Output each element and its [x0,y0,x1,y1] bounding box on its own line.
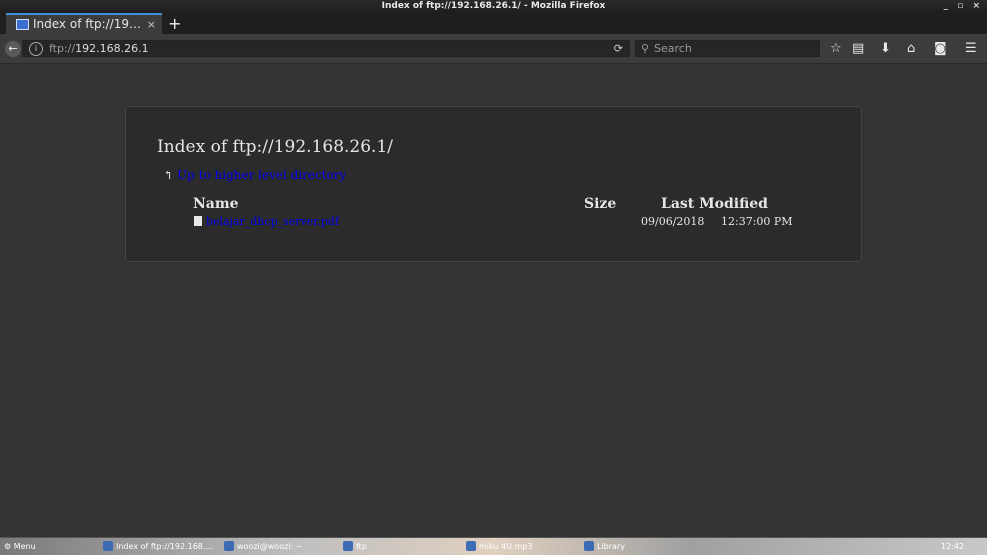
reload-icon[interactable]: ⟳ [614,41,623,56]
taskbar-item-label: woozi@woozi: ~ [237,542,303,551]
file-time: 12:37:00 PM [721,215,793,228]
file-link[interactable]: belajar_dhcp_server.pdf [194,215,339,228]
download-icon[interactable]: ⬇ [880,41,891,57]
tab-label: Index of ftp://19… [33,17,141,31]
start-menu-label: Menu [13,542,36,551]
terminal-icon [224,541,234,551]
taskbar-item[interactable]: Library [584,540,625,553]
taskbar-item-label: Library [597,542,625,551]
new-tab-button[interactable]: + [168,13,181,34]
taskbar-item-label: ftp [356,542,367,551]
firefox-icon [103,541,113,551]
music-icon [466,541,476,551]
firefox-icon [584,541,594,551]
taskbar-item-label: miku 4U.mp3 [479,542,533,551]
column-header-modified: Last Modified [661,196,768,212]
home-icon[interactable]: ⌂ [907,41,915,57]
window-title: Index of ftp://192.168.26.1/ - Mozilla F… [381,1,606,11]
up-directory-link[interactable]: ↰ Up to higher level directory [163,168,346,182]
bookmark-star-icon[interactable]: ☆ [830,41,842,57]
close-icon[interactable]: × [147,15,156,34]
file-date: 09/06/2018 [641,215,705,228]
search-input[interactable]: ⚲ Search [635,40,820,57]
taskbar-item[interactable]: ftp [343,540,367,553]
reader-icon[interactable]: ▤ [852,41,864,57]
file-icon [194,216,202,226]
url-text[interactable]: ftp://192.168.26.1 [49,41,149,56]
window-controls[interactable]: _ ▫ × [944,0,983,13]
tab-index[interactable]: Index of ftp://19… × [6,13,162,34]
url-bar[interactable]: i ftp://192.168.26.1 ⟳ [22,40,630,57]
window-titlebar: Index of ftp://192.168.26.1/ - Mozilla F… [0,0,987,13]
taskbar-item[interactable]: woozi@woozi: ~ [224,540,302,553]
search-placeholder: Search [654,42,692,55]
file-name[interactable]: belajar_dhcp_server.pdf [206,215,339,228]
taskbar-item[interactable]: miku 4U.mp3 [466,540,532,553]
page-title: Index of ftp://192.168.26.1/ [157,137,393,157]
column-header-name: Name [193,196,239,212]
info-icon[interactable]: i [29,42,43,56]
back-button[interactable]: ← [5,41,21,57]
start-menu-button[interactable]: ⚙ Menu [4,540,36,553]
page-icon [16,19,29,30]
url-scheme: ftp:// [49,42,76,55]
url-host: 192.168.26.1 [75,42,149,55]
folder-icon [343,541,353,551]
taskbar-item-label: Index of ftp://192.168.... [116,542,214,551]
pocket-icon[interactable]: ◙ [934,41,947,57]
taskbar: ⚙ Menu Index of ftp://192.168.... woozi@… [0,537,987,555]
up-arrow-icon: ↰ [163,168,174,182]
directory-listing: Index of ftp://192.168.26.1/ ↰ Up to high… [125,106,862,262]
column-header-size: Size [584,196,617,212]
clock: 12:42 [941,542,965,551]
tab-bar: Index of ftp://19… × [0,13,987,34]
hamburger-menu-icon[interactable]: ☰ [965,41,977,57]
nav-bar: ← i ftp://192.168.26.1 ⟳ ⚲ Search ☆ ▤ ⬇ … [0,34,987,64]
up-directory-label[interactable]: Up to higher level directory [177,168,346,182]
search-icon: ⚲ [641,42,650,55]
taskbar-item[interactable]: Index of ftp://192.168.... [103,540,213,553]
